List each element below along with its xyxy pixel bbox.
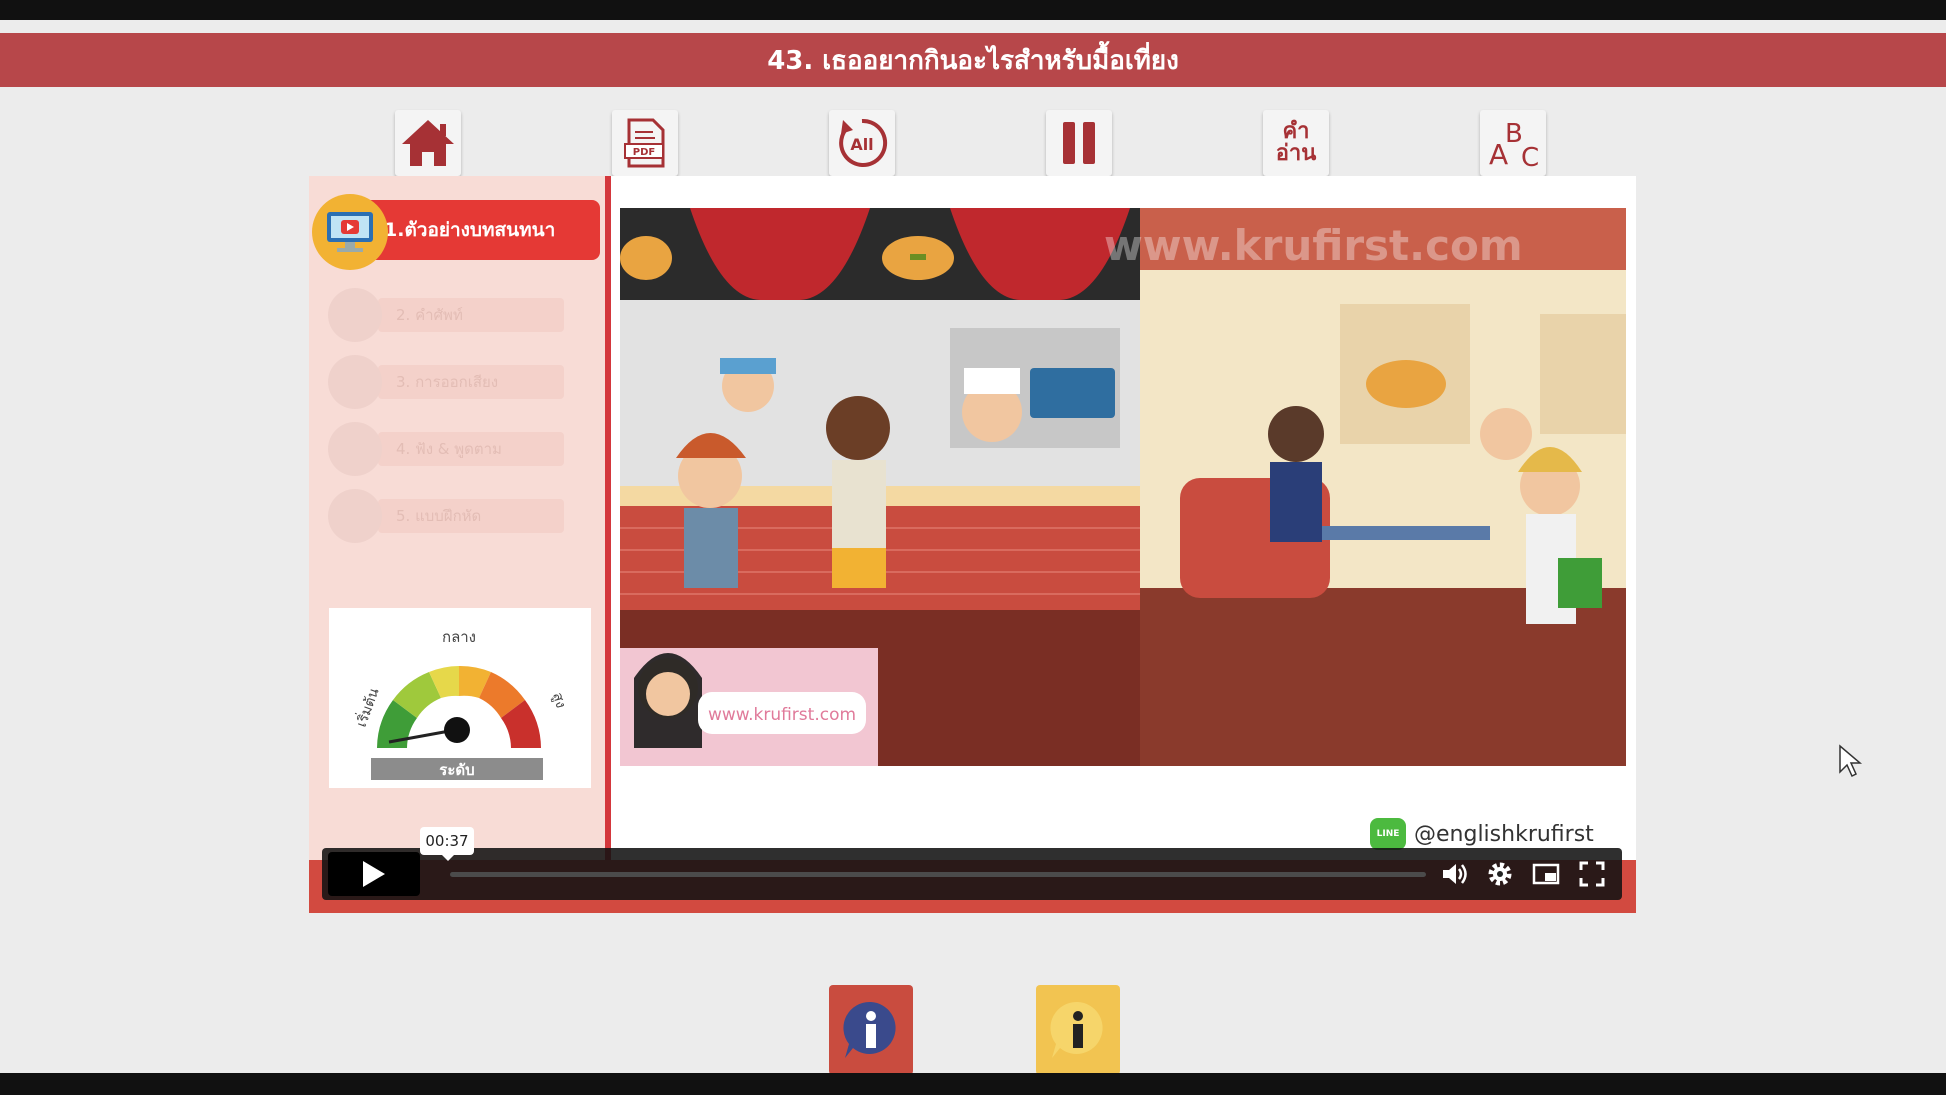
info-icon	[843, 1001, 896, 1058]
gauge-label-mid: กลาง	[442, 628, 476, 646]
video-scene[interactable]: www.krufirst.com www.krufirst.com	[620, 208, 1626, 766]
ear-icon	[328, 422, 382, 476]
mouth-icon	[328, 355, 382, 409]
level-gauge: ระดับ กลาง เริ่มต้น สูง	[329, 608, 591, 788]
replay-all-icon: All	[839, 118, 888, 167]
gauge-caption: ระดับ	[439, 761, 474, 779]
line-handle-text: @englishkrufirst	[1414, 821, 1594, 847]
sidebar-item-exercise[interactable]: 5. แบบฝึกหัด	[328, 489, 568, 543]
home-button[interactable]	[395, 110, 461, 176]
line-contact: LINE @englishkrufirst	[1370, 818, 1594, 850]
gauge-label-low: เริ่มต้น	[352, 685, 383, 729]
sidebar-item-label: 3. การออกเสียง	[378, 365, 564, 399]
play-icon	[363, 861, 385, 887]
picture-in-picture-icon[interactable]	[1532, 860, 1560, 888]
reading-button[interactable]: คำ อ่าน	[1263, 110, 1329, 176]
settings-gear-icon[interactable]	[1486, 860, 1514, 888]
video-watermark: www.krufirst.com	[1104, 221, 1523, 270]
info-icon	[1050, 1001, 1103, 1058]
video-progress-bar[interactable]	[450, 872, 1426, 877]
home-icon	[402, 120, 454, 166]
fullscreen-icon[interactable]	[1578, 860, 1606, 888]
presenter-sign-text: www.krufirst.com	[708, 705, 856, 725]
top-black-bar	[0, 0, 1946, 20]
reading-label-top: คำ	[1282, 119, 1310, 144]
info-button-dark[interactable]	[829, 985, 913, 1075]
gauge-label-high: สูง	[549, 691, 568, 710]
pause-icon	[1063, 122, 1095, 164]
pause-button[interactable]	[1046, 110, 1112, 176]
line-icon: LINE	[1370, 818, 1406, 850]
time-tooltip: 00:37	[420, 827, 474, 861]
svg-text:C: C	[1521, 143, 1539, 170]
sidebar-item-vocabulary[interactable]: 2. คำศัพท์	[328, 288, 568, 342]
lesson-title: 43. เธออยากกินอะไรสำหรับมื้อเที่ยง	[0, 33, 1946, 87]
video-controls	[322, 848, 1622, 900]
sidebar-item-label: 5. แบบฝึกหัด	[378, 499, 564, 533]
video-lesson-icon	[312, 194, 388, 270]
sidebar-item-label: 1.ตัวอย่างบทสนทนา	[362, 200, 600, 260]
abc-icon: A B C	[1489, 119, 1539, 170]
sidebar-item-pronunciation[interactable]: 3. การออกเสียง	[328, 355, 568, 409]
lesson-sidebar	[309, 176, 607, 913]
book-icon	[328, 489, 382, 543]
sidebar-item-label: 4. ฟัง & พูดตาม	[378, 432, 564, 466]
sidebar-divider	[605, 176, 611, 913]
mouse-cursor-icon	[1839, 744, 1863, 778]
play-button[interactable]	[328, 852, 420, 896]
person-icon	[328, 288, 382, 342]
pdf-button[interactable]: PDF	[612, 110, 678, 176]
sidebar-item-dialogue[interactable]: 1.ตัวอย่างบทสนทนา	[312, 194, 600, 270]
reading-label-bottom: อ่าน	[1275, 141, 1317, 166]
svg-text:PDF: PDF	[633, 147, 655, 158]
pdf-icon: PDF	[624, 118, 665, 168]
info-button-light[interactable]	[1036, 985, 1120, 1075]
abc-button[interactable]: A B C	[1480, 110, 1546, 176]
replay-all-label: All	[850, 135, 873, 154]
bottom-black-bar	[0, 1073, 1946, 1095]
sidebar-item-label: 2. คำศัพท์	[378, 298, 564, 332]
replay-all-button[interactable]: All	[829, 110, 895, 176]
sidebar-item-listen-repeat[interactable]: 4. ฟัง & พูดตาม	[328, 422, 568, 476]
volume-icon[interactable]	[1440, 860, 1468, 888]
